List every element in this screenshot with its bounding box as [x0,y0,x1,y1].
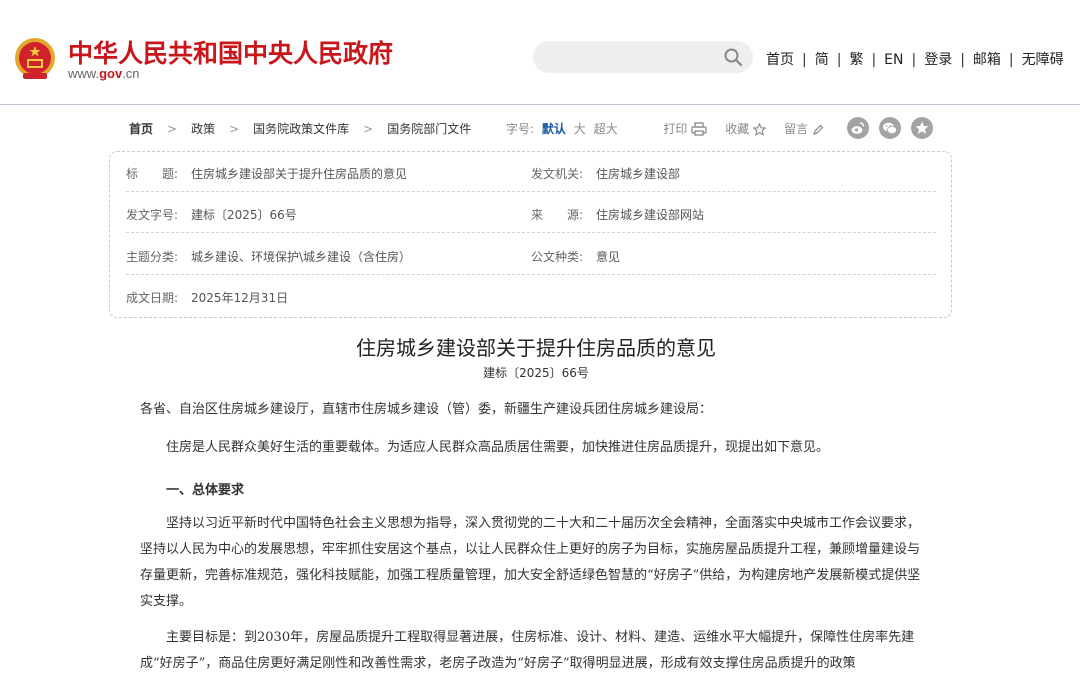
breadcrumb: 首页 > 政策 > 国务院政策文件库 > 国务院部门文件 [129,120,471,137]
site-url-brand: gov [99,66,123,81]
nav-separator: | [802,52,807,68]
info-divider [126,191,936,192]
nav-separator: | [960,52,965,68]
nav-home[interactable]: 首页 [766,52,794,68]
info-value: 住房城乡建设部网站 [596,208,705,222]
info-title: 标 题: 住房城乡建设部关于提升住房品质的意见 [126,165,407,182]
pencil-icon [813,124,824,135]
info-label: 成文日期: [126,291,179,305]
info-divider [126,232,936,233]
printer-icon [691,122,708,136]
info-row: 主题分类: 城乡建设、环境保护\城乡建设（含住房） 公文种类: 意见 [126,235,936,275]
info-label: 发文机关: [531,167,584,181]
document-paragraph: 坚持以习近平新时代中国特色社会主义思想为指导，深入贯彻党的二十大和二十届历次全会… [140,516,921,609]
site-url: www.gov.cn [68,66,140,81]
section-heading: 一、总体要求 [166,483,245,498]
nav-simplified[interactable]: 简 [815,52,829,68]
font-size-label: 字号: [506,122,535,136]
article-tools: 字号: 默认 大 超大 打印 收藏 留言 [506,120,824,137]
wechat-icon[interactable] [879,117,901,139]
info-source: 来 源: 住房城乡建设部网站 [531,206,704,223]
info-date: 成文日期: 2025年12月31日 [126,289,288,306]
nav-separator: | [871,52,877,68]
info-topic: 主题分类: 城乡建设、环境保护\城乡建设（含住房） [126,248,411,265]
nav-english[interactable]: EN [884,52,903,68]
info-type: 公文种类: 意见 [531,248,620,265]
info-divider [126,274,936,275]
document-paragraph: 主要目标是：到2030年，房屋品质提升工程取得显著进展，住房标准、设计、材料、建… [140,630,915,671]
site-header: 中华人民共和国中央人民政府 www.gov.cn 首页 | 简 | 繁 | EN | 登录 | 邮箱… [0,0,1080,105]
document-salutation: 各省、自治区住房城乡建设厅，直辖市住房城乡建设（管）委，新疆生产建设兵团住房城乡… [140,402,713,417]
star-outline-icon [753,123,767,136]
chevron-right-icon: > [363,122,374,136]
site-title[interactable]: 中华人民共和国中央人民政府 [68,34,393,70]
breadcrumb-home[interactable]: 首页 [129,122,153,136]
info-row: 标 题: 住房城乡建设部关于提升住房品质的意见 发文机关: 住房城乡建设部 [126,152,936,192]
info-docno: 发文字号: 建标〔2025〕66号 [126,206,297,223]
nav-login[interactable]: 登录 [924,52,952,68]
nav-accessibility[interactable]: 无障碍 [1022,52,1064,68]
document-info-box: 标 题: 住房城乡建设部关于提升住房品质的意见 发文机关: 住房城乡建设部 发文字号… [109,151,952,318]
print-label: 打印 [663,122,688,136]
info-value: 住房城乡建设部关于提升住房品质的意见 [191,167,408,181]
search-input[interactable] [533,41,753,73]
nav-mailbox[interactable]: 邮箱 [973,52,1001,68]
info-issuer: 发文机关: 住房城乡建设部 [531,165,680,182]
breadcrumb-policy-library[interactable]: 国务院政策文件库 [253,122,349,136]
comment-label: 留言 [784,122,809,136]
font-size-xlarge[interactable]: 超大 [594,122,618,136]
comment-button[interactable]: 留言 [784,122,824,136]
info-row: 成文日期: 2025年12月31日 [126,276,936,316]
info-label: 公文种类: [531,250,584,264]
nav-traditional[interactable]: 繁 [849,52,863,68]
site-url-prefix: www. [68,66,100,81]
search-icon[interactable] [723,47,743,67]
top-nav: 首页 | 简 | 繁 | EN | 登录 | 邮箱 | 无障碍 [766,49,1064,69]
info-value: 建标〔2025〕66号 [191,208,297,222]
nav-separator: | [911,52,917,68]
info-label: 来 源: [531,208,584,222]
weibo-icon[interactable] [847,117,869,139]
document-intro: 住房是人民群众美好生活的重要载体。为适应人民群众高品质居住需要，加快推进住房品质… [166,440,830,455]
breadcrumb-department-docs[interactable]: 国务院部门文件 [387,122,471,136]
info-label: 主题分类: [126,250,179,264]
favorite-label: 收藏 [725,122,750,136]
site-url-suffix: .cn [122,66,140,81]
info-value: 住房城乡建设部 [596,167,681,181]
font-size-large[interactable]: 大 [574,122,586,136]
info-value: 意见 [596,250,621,264]
info-value: 城乡建设、环境保护\城乡建设（含住房） [191,250,412,264]
info-row: 发文字号: 建标〔2025〕66号 来 源: 住房城乡建设部网站 [126,193,936,233]
favorite-button[interactable]: 收藏 [725,122,767,136]
nav-separator: | [1008,52,1014,68]
document-title: 住房城乡建设部关于提升住房品质的意见 [356,336,716,360]
document-number: 建标〔2025〕66号 [483,366,589,380]
font-size-default[interactable]: 默认 [542,122,566,136]
national-emblem-icon[interactable] [14,37,56,81]
chevron-right-icon: > [229,122,240,136]
nav-separator: | [836,52,842,68]
info-value: 2025年12月31日 [191,291,289,305]
info-label: 发文字号: [126,208,179,222]
info-label: 标 题: [126,167,179,181]
chevron-right-icon: > [167,122,178,136]
breadcrumb-policy[interactable]: 政策 [191,122,215,136]
print-button[interactable]: 打印 [663,122,708,136]
favorite-star-icon[interactable] [911,117,933,139]
